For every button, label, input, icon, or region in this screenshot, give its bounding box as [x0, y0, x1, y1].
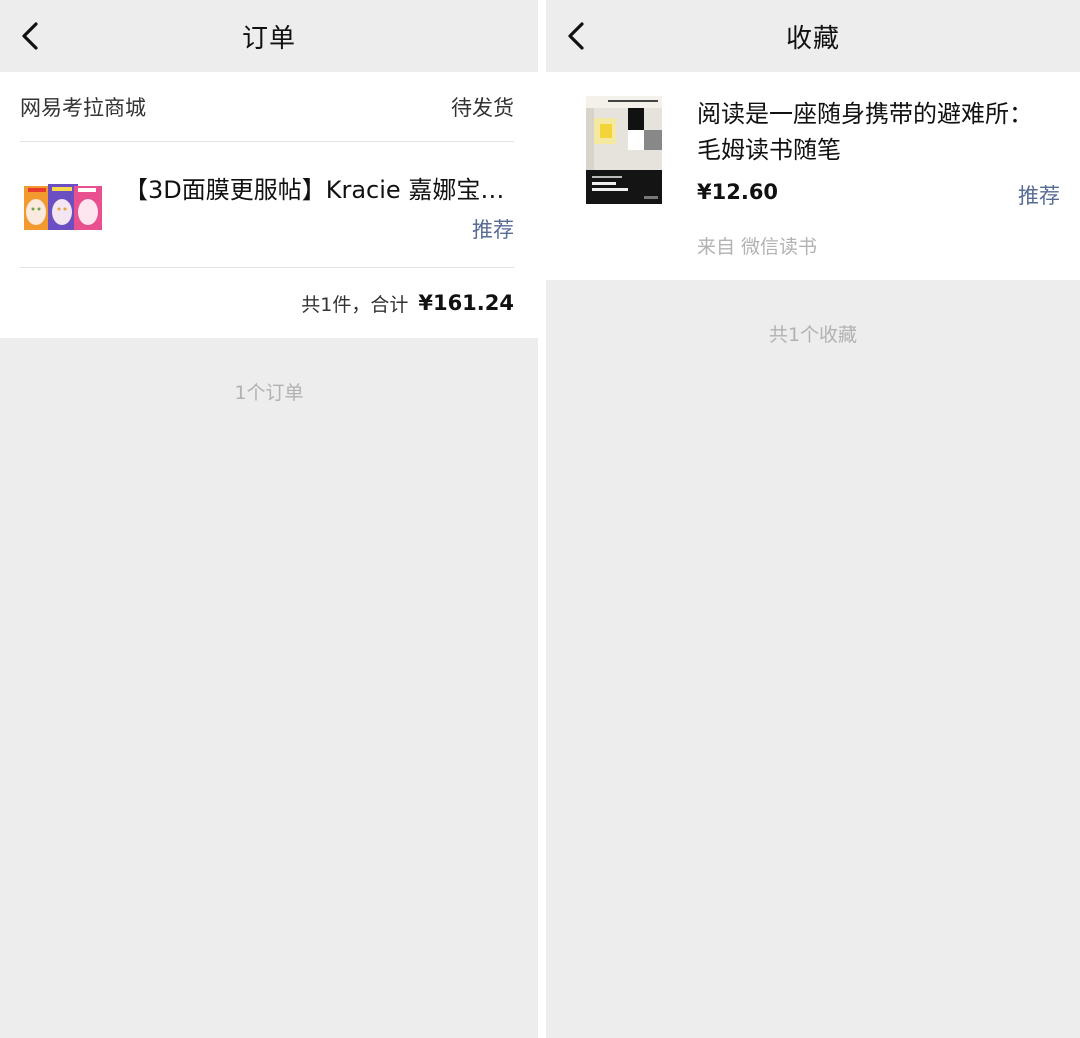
- order-recommend-link[interactable]: 推荐: [472, 214, 514, 244]
- order-status: 待发货: [451, 95, 514, 120]
- favorite-item-title: 阅读是一座随身携带的避难所：毛姆读书随笔: [697, 100, 1033, 164]
- screen: 订单 网易考拉商城 待发货 【3D面膜更服帖】Kracie 嘉娜宝… 推荐 共1…: [0, 0, 1080, 1038]
- book-cover-image: [586, 96, 662, 204]
- favorite-recommend-link[interactable]: 推荐: [1018, 180, 1060, 210]
- order-item[interactable]: 【3D面膜更服帖】Kracie 嘉娜宝… 推荐: [20, 142, 514, 268]
- order-card[interactable]: 网易考拉商城 待发货 【3D面膜更服帖】Kracie 嘉娜宝… 推荐 共1件，合…: [0, 72, 538, 338]
- favorite-item-price: ¥12.60: [697, 180, 779, 204]
- favorites-navbar: 收藏: [546, 0, 1080, 72]
- product-face-mask-image: [24, 182, 102, 234]
- orders-panel: 订单 网易考拉商城 待发货 【3D面膜更服帖】Kracie 嘉娜宝… 推荐 共1…: [0, 0, 538, 1038]
- order-item-title: 【3D面膜更服帖】Kracie 嘉娜宝…: [124, 176, 505, 204]
- order-total-label: 共1件，合计: [301, 293, 409, 316]
- order-total-amount: ¥161.24: [418, 291, 514, 315]
- orders-navbar: 订单: [0, 0, 538, 72]
- chevron-left-icon: [568, 22, 584, 50]
- favorite-count: 共1个收藏: [768, 324, 858, 346]
- favorites-panel: 收藏 阅读是一座随身携带的避难所：毛姆读书随笔 ¥12.60 推荐 来自 微信读…: [546, 0, 1080, 1038]
- favorite-item-source: 来自 微信读书: [697, 236, 818, 258]
- orders-page-title: 订单: [241, 23, 296, 54]
- order-count: 1个订单: [234, 382, 304, 404]
- orders-back-button[interactable]: [8, 14, 52, 58]
- order-total: 共1件，合计 ¥161.24: [20, 268, 514, 338]
- favorites-back-button[interactable]: [554, 14, 598, 58]
- favorites-page-title: 收藏: [785, 23, 840, 54]
- shop-name: 网易考拉商城: [20, 95, 146, 120]
- favorite-item[interactable]: 阅读是一座随身携带的避难所：毛姆读书随笔 ¥12.60 推荐 来自 微信读书: [546, 72, 1080, 280]
- chevron-left-icon: [22, 22, 38, 50]
- order-header: 网易考拉商城 待发货: [20, 72, 514, 142]
